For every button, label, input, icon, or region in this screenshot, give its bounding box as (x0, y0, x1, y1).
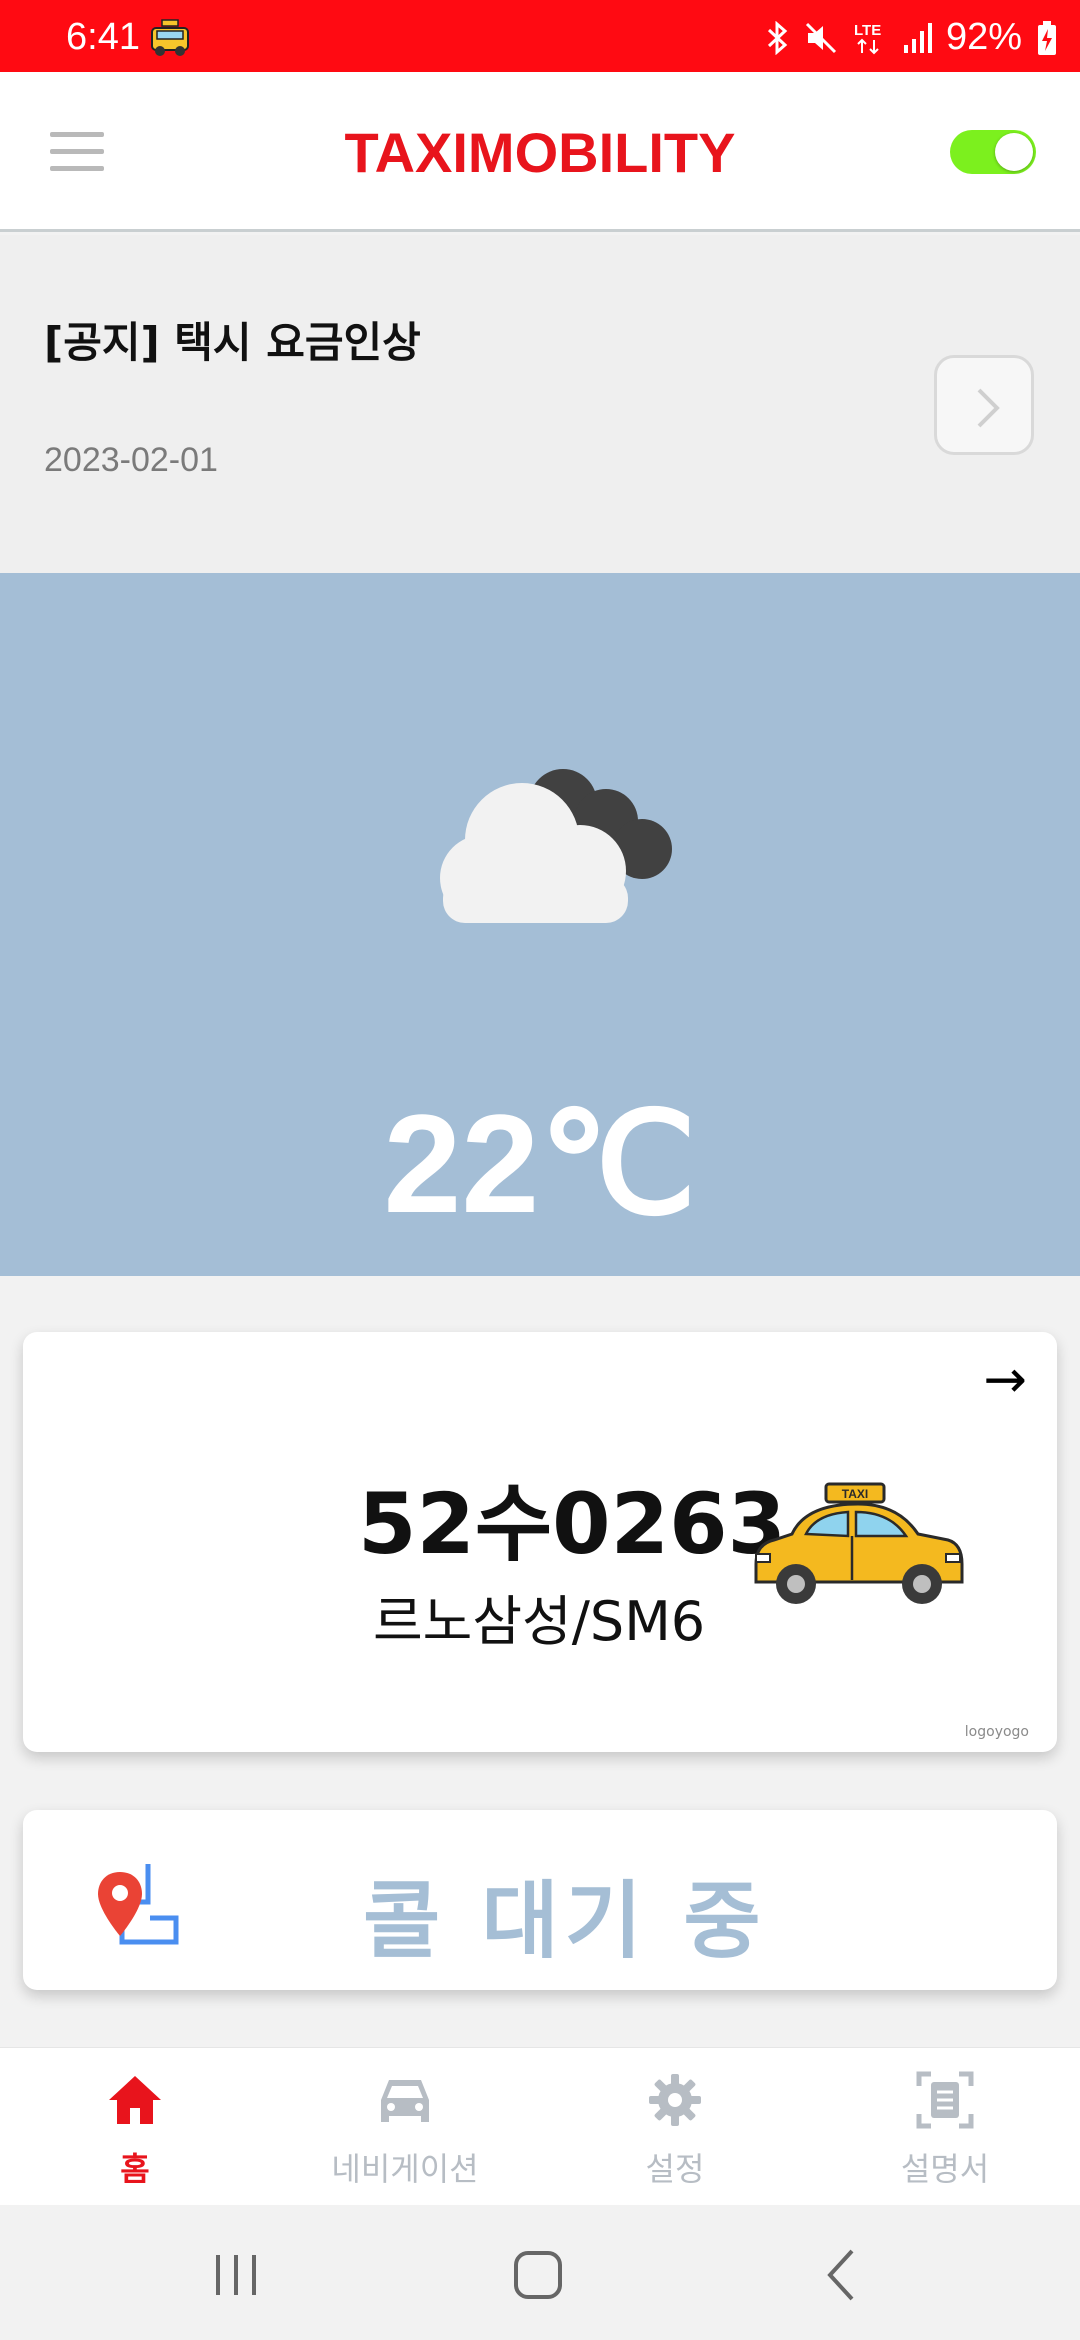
nav-navigation-label: 네비게이션 (331, 2150, 479, 2188)
system-navigation-bar (0, 2205, 1080, 2340)
home-button-icon[interactable] (508, 2245, 568, 2305)
battery-charging-icon (1038, 20, 1056, 55)
lte-icon: LTE (854, 22, 881, 54)
gear-icon (649, 2074, 701, 2126)
bottom-navigation: 홈 네비게이션 설정 설명서 (0, 2047, 1080, 2205)
bluetooth-icon (767, 20, 788, 55)
route-pin-icon (98, 1864, 179, 1945)
app-title: TAXIMOBILITY (344, 121, 736, 184)
call-status-text: 콜 대기 중 (363, 1872, 767, 1970)
mute-icon (805, 22, 836, 53)
license-plate: 52수0263 (358, 1475, 786, 1573)
nav-settings[interactable]: 설정 (540, 2048, 810, 2206)
vehicle-model: 르노삼성/SM6 (373, 1590, 706, 1653)
nav-home[interactable]: 홈 (0, 2048, 270, 2206)
notice-next-button[interactable] (934, 355, 1034, 455)
car-icon (381, 2080, 429, 2122)
back-icon[interactable] (812, 2245, 872, 2305)
arrow-right-icon[interactable]: → (983, 1354, 1027, 1406)
taxi-car-image: TAXI (754, 1482, 964, 1604)
weather-panel: 22℃ (0, 573, 1080, 1276)
notice-date: 2023-02-01 (44, 441, 218, 479)
status-time: 6:41 (66, 16, 140, 58)
nav-navigation[interactable]: 네비게이션 (270, 2048, 540, 2206)
nav-home-label: 홈 (120, 2150, 150, 2188)
call-status-card[interactable]: 콜 대기 중 (23, 1810, 1057, 1990)
recent-apps-icon[interactable] (206, 2245, 266, 2305)
document-scan-icon (916, 2071, 974, 2129)
signal-icon (903, 22, 932, 53)
svg-text:TAXI: TAXI (842, 1487, 868, 1501)
nav-manual[interactable]: 설명서 (810, 2048, 1080, 2206)
status-icons: LTE 92% (766, 16, 1058, 59)
status-bar: 6:41 LTE 92% (0, 0, 1080, 72)
app-header: TAXIMOBILITY (0, 72, 1080, 232)
chevron-right-icon (977, 388, 1000, 428)
vehicle-card[interactable]: → 52수0263 르노삼성/SM6 TAXI logoyogo (23, 1332, 1057, 1752)
battery-percent: 92% (945, 16, 1022, 58)
nav-settings-label: 설정 (645, 2150, 705, 2188)
image-watermark: logoyogo (964, 1724, 1029, 1740)
notice-banner[interactable]: [공지] 택시 요금인상 2023-02-01 (0, 235, 1080, 573)
svg-text:LTE: LTE (854, 22, 881, 39)
temperature: 22℃ (383, 1085, 697, 1242)
notice-title: [공지] 택시 요금인상 (44, 318, 421, 367)
home-icon (109, 2076, 161, 2124)
nav-manual-label: 설명서 (900, 2150, 990, 2188)
partly-cloudy-night-icon (440, 769, 672, 923)
availability-toggle[interactable] (950, 130, 1036, 174)
taxi-notification-icon (151, 19, 189, 56)
toggle-knob (995, 133, 1033, 171)
